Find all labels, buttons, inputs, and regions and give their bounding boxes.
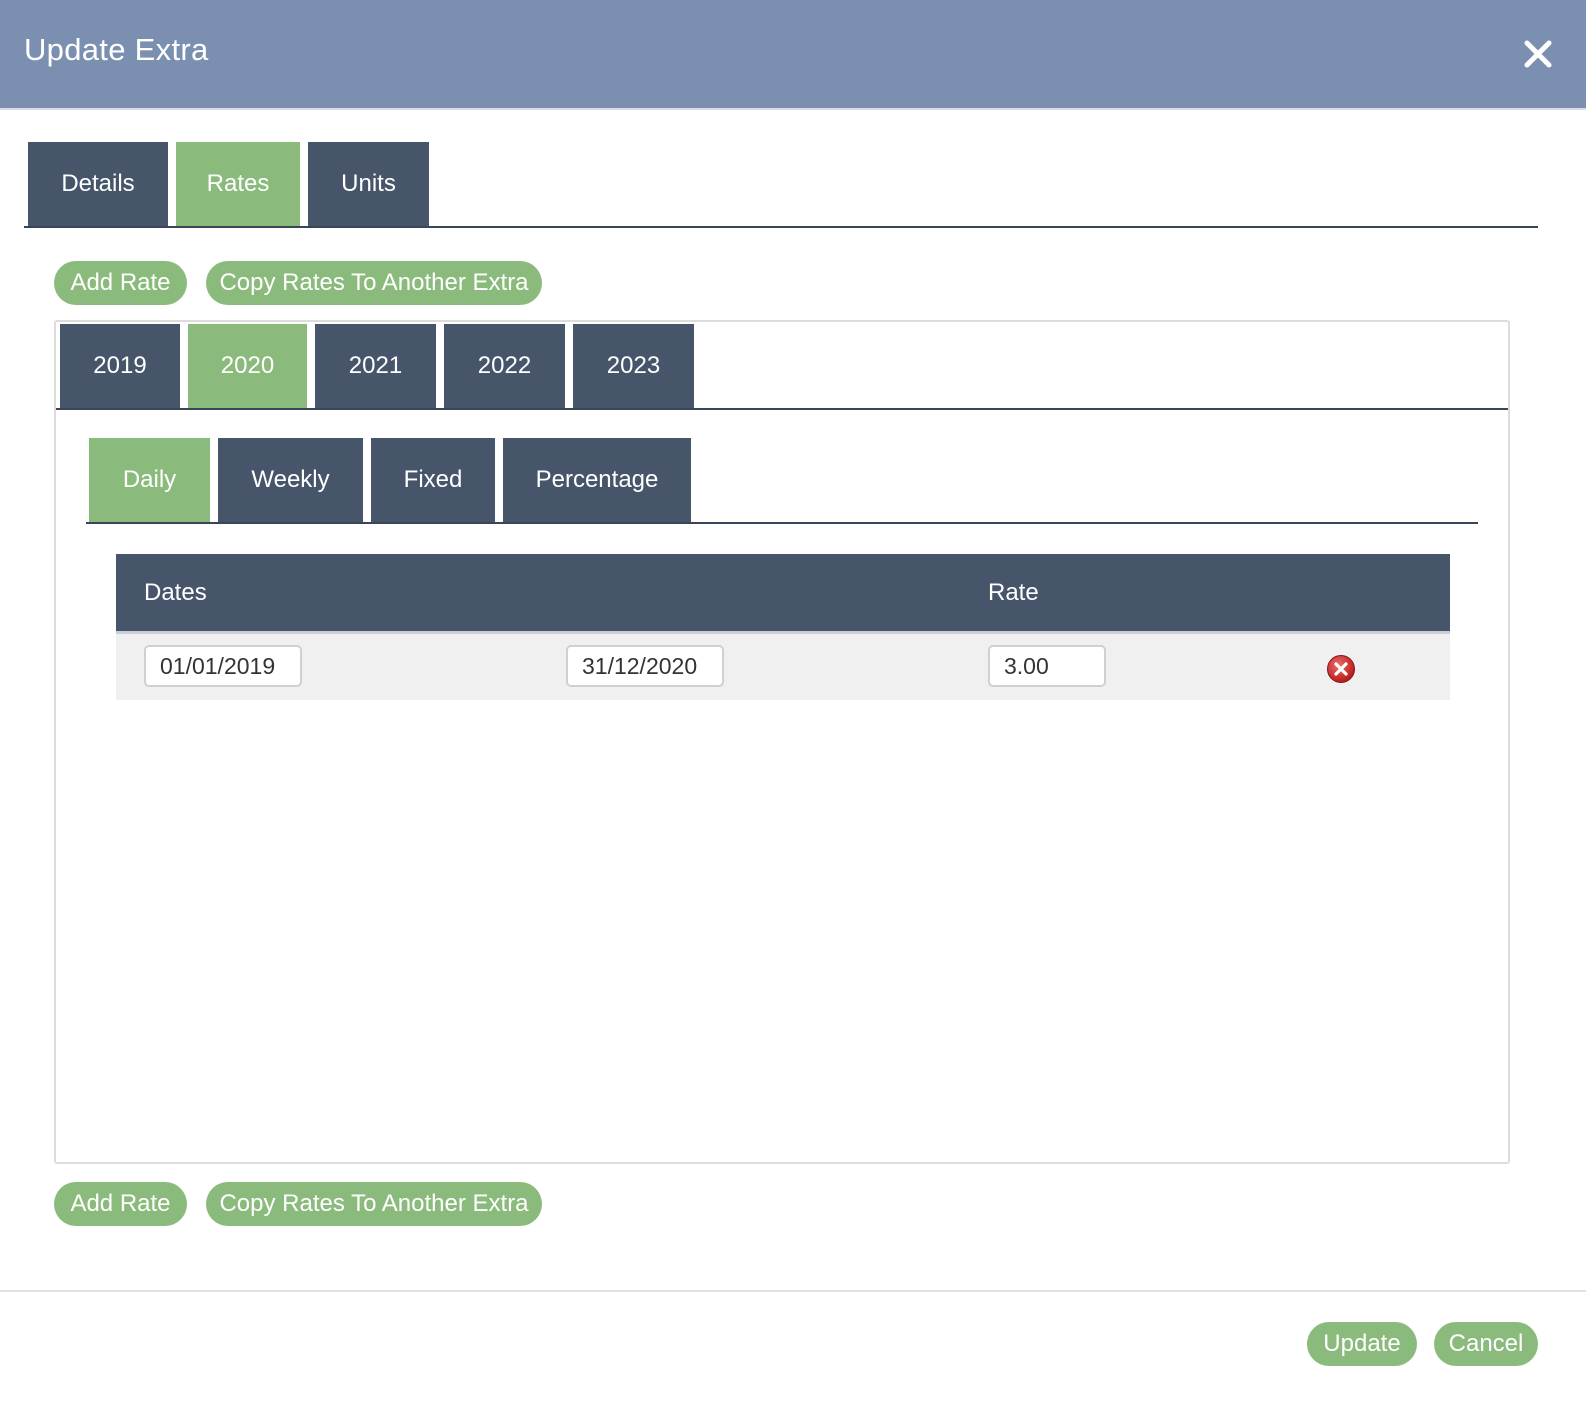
cancel-button[interactable]: Cancel: [1434, 1322, 1538, 1366]
date-from-input[interactable]: 01/01/2019: [144, 645, 302, 687]
rates-table: Dates Rate 01/01/2019 31/12/2020 3.00: [116, 554, 1450, 700]
add-rate-button-bottom[interactable]: Add Rate: [54, 1182, 187, 1226]
copy-rates-button[interactable]: Copy Rates To Another Extra: [206, 261, 542, 305]
column-header-dates: Dates: [144, 579, 207, 606]
tab-weekly[interactable]: Weekly: [218, 438, 363, 522]
rate-type-tab-bar: Daily Weekly Fixed Percentage: [86, 438, 1478, 524]
tab-year-2019[interactable]: 2019: [60, 324, 180, 408]
table-header: Dates Rate: [116, 554, 1450, 634]
tab-year-2022[interactable]: 2022: [444, 324, 565, 408]
tab-year-2023[interactable]: 2023: [573, 324, 694, 408]
close-icon[interactable]: [1518, 34, 1558, 74]
update-button[interactable]: Update: [1307, 1322, 1417, 1366]
date-to-input[interactable]: 31/12/2020: [566, 645, 724, 687]
tab-fixed[interactable]: Fixed: [371, 438, 495, 522]
table-row: 01/01/2019 31/12/2020 3.00: [116, 634, 1450, 700]
rate-input[interactable]: 3.00: [988, 645, 1106, 687]
tab-percentage[interactable]: Percentage: [503, 438, 691, 522]
tab-details[interactable]: Details: [28, 142, 168, 226]
dialog-header: Update Extra: [0, 0, 1586, 110]
tab-year-2020[interactable]: 2020: [188, 324, 307, 408]
rates-panel: 2019 2020 2021 2022 2023 Daily Weekly Fi…: [54, 320, 1510, 1164]
dialog-title: Update Extra: [24, 32, 209, 67]
footer-divider: [0, 1290, 1586, 1292]
column-header-rate: Rate: [988, 579, 1039, 606]
add-rate-button[interactable]: Add Rate: [54, 261, 187, 305]
main-tab-bar: Details Rates Units: [24, 142, 1538, 228]
tab-rates[interactable]: Rates: [176, 142, 300, 226]
year-tab-bar: 2019 2020 2021 2022 2023: [56, 322, 1508, 410]
tab-daily[interactable]: Daily: [89, 438, 210, 522]
tab-units[interactable]: Units: [308, 142, 429, 226]
copy-rates-button-bottom[interactable]: Copy Rates To Another Extra: [206, 1182, 542, 1226]
tab-year-2021[interactable]: 2021: [315, 324, 436, 408]
delete-icon[interactable]: [1326, 654, 1356, 684]
